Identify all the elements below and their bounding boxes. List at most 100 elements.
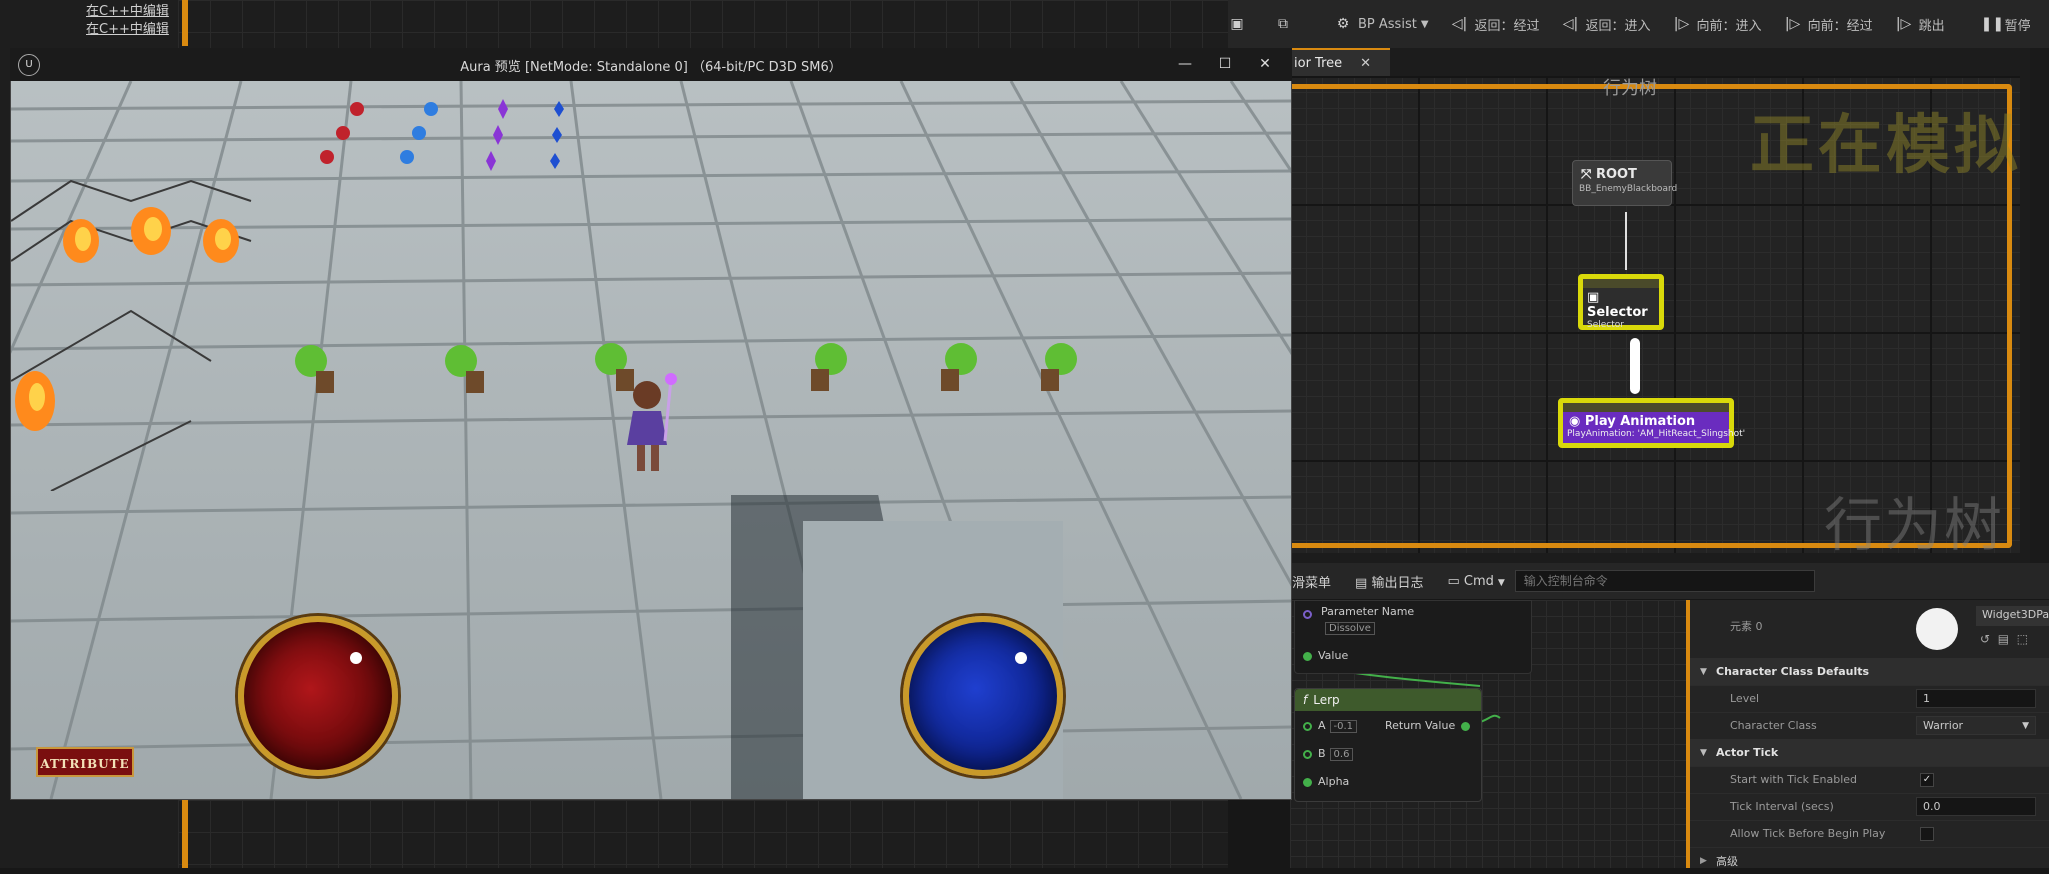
thumbnail <box>1916 608 1958 650</box>
pause-label: 暂停 <box>2004 18 2031 34</box>
step-forward-into-button[interactable]: |▷ 向前：进入 <box>1673 15 1762 34</box>
tab-menu-button[interactable]: 滑菜单 <box>1292 572 1331 591</box>
node-pin-bar <box>1563 403 1729 412</box>
selector-icon: ▣ <box>1587 290 1600 305</box>
edit-in-cpp-link[interactable]: 在C++中编辑 <box>86 18 169 37</box>
pin[interactable] <box>1303 777 1312 787</box>
window-title-bar[interactable]: U Aura 预览 [NetMode: Standalone 0] （64-bi… <box>10 48 1292 81</box>
property-label: Tick Interval (secs) <box>1730 800 1834 813</box>
globe-highlight <box>1015 652 1027 664</box>
section-actor-tick[interactable]: ▼ Actor Tick <box>1690 739 2049 767</box>
pin[interactable] <box>1303 651 1312 661</box>
character-class-dropdown[interactable]: Warrior ▼ <box>1916 716 2036 735</box>
graph-border <box>182 0 188 46</box>
step-out-button[interactable]: |▷ 跳出 <box>1895 15 1945 34</box>
step-back-into-button[interactable]: ◁| 返回：进入 <box>1562 15 1651 34</box>
bt-node-selector[interactable]: ▣ Selector Selector <box>1578 274 1664 330</box>
property-row: Tick Interval (secs) 0.0 <box>1690 793 2049 821</box>
chevron-down-icon: ▼ <box>1700 666 1707 677</box>
pause-button[interactable]: ❚❚ 暂停 <box>1981 15 2031 34</box>
node-subtitle: Selector <box>1587 320 1624 330</box>
node-title: Play Animation <box>1584 414 1696 429</box>
chevron-down-icon: ▼ <box>1420 18 1429 30</box>
fire-traps <box>11 179 252 491</box>
minimize-button[interactable]: — <box>1170 53 1200 75</box>
gear-icon: ⚙ <box>1336 16 1350 32</box>
node-title: Lerp <box>1313 693 1340 707</box>
step-forward-over-button[interactable]: |▷ 向前：经过 <box>1784 15 1873 34</box>
bt-node-root[interactable]: ⤧ ROOT BB_EnemyBlackboard <box>1572 160 1678 206</box>
health-globe <box>238 616 398 776</box>
step-back-over-button[interactable]: ◁| 返回：经过 <box>1451 15 1540 34</box>
step-back-icon: ◁| <box>1451 16 1468 32</box>
use-selected-icon[interactable]: ⬚ <box>2017 632 2028 646</box>
game-viewport[interactable]: ATTRIBUTE <box>11 81 1291 799</box>
close-button[interactable]: ✕ <box>1250 53 1280 75</box>
pin[interactable] <box>1461 721 1471 731</box>
step-forward-icon: |▷ <box>1673 16 1690 32</box>
cmd-dropdown[interactable]: ▭ Cmd ▼ <box>1447 574 1504 589</box>
simulating-watermark: 正在模拟 <box>1750 109 2022 183</box>
save-button[interactable]: ▣ <box>1228 16 1252 32</box>
save-icon: ▣ <box>1230 16 1244 32</box>
b-label: B <box>1318 747 1326 760</box>
step-back-icon: ◁| <box>1562 16 1579 32</box>
chevron-down-icon: ▼ <box>1497 577 1505 588</box>
function-icon: f <box>1303 693 1308 707</box>
chevron-down-icon: ▼ <box>1700 747 1707 758</box>
lerp-node[interactable]: f Lerp A -0.1 Return Value B 0.6 Alpha <box>1294 688 1482 802</box>
return-value-label: Return Value <box>1385 719 1456 732</box>
tick-interval-input[interactable]: 0.0 <box>1916 797 2036 816</box>
property-label: Allow Tick Before Begin Play <box>1730 827 1886 840</box>
parameter-name-label: Parameter Name <box>1321 605 1415 618</box>
debug-toolbar: ▣ ⧉ ⚙ BP Assist ▼ ◁| 返回：经过 ◁| 返回：进入 |▷ 向前：进… <box>1228 0 2049 49</box>
section-title: 高级 <box>1716 854 1738 868</box>
graph-title: 行为树 <box>1603 78 1657 99</box>
reset-icon[interactable]: ↺ <box>1980 632 1990 646</box>
node-pin-bar <box>1583 279 1659 288</box>
a-value[interactable]: -0.1 <box>1329 720 1358 733</box>
bp-assist-label: BP Assist <box>1358 16 1417 32</box>
edit-in-cpp-link[interactable]: 在C++中编辑 <box>86 0 169 19</box>
browse-icon[interactable]: ▤ <box>1998 632 2009 646</box>
parameter-name-value[interactable]: Dissolve <box>1325 622 1375 635</box>
pin[interactable] <box>1303 749 1312 759</box>
dropdown-value: Warrior <box>1923 719 1964 732</box>
bt-node-play-animation[interactable]: ◉ Play Animation PlayAnimation: 'AM_HitR… <box>1558 398 1745 448</box>
section-title: Actor Tick <box>1716 746 1779 759</box>
parameter-node[interactable]: Parameter Name Dissolve Value <box>1294 600 1532 674</box>
b-value[interactable]: 0.6 <box>1329 748 1354 761</box>
widget-asset-field[interactable]: Widget3DPass <box>1976 606 2049 626</box>
step-forward-into-label: 向前：进入 <box>1696 18 1762 34</box>
goblin-enemies <box>295 343 1077 393</box>
allow-tick-checkbox[interactable] <box>1920 826 1934 841</box>
tab-label: ior Tree <box>1294 55 1343 71</box>
maximize-button[interactable]: ☐ <box>1210 53 1240 75</box>
play-animation-icon: ◉ <box>1569 414 1585 429</box>
section-character-class-defaults[interactable]: ▼ Character Class Defaults <box>1690 658 2049 686</box>
browse-button[interactable]: ⧉ <box>1274 16 1298 32</box>
mana-globe <box>903 616 1063 776</box>
pin[interactable] <box>1303 609 1312 619</box>
node-title: ROOT <box>1595 167 1637 182</box>
pause-icon: ❚❚ <box>1980 16 2005 32</box>
section-advanced[interactable]: ▶ 高级 <box>1690 847 2049 874</box>
bp-assist-button[interactable]: ⚙ BP Assist ▼ <box>1334 16 1429 32</box>
node-subtitle: BB_EnemyBlackboard <box>1579 184 1678 194</box>
level-input[interactable]: 1 <box>1916 689 2036 708</box>
property-label: Level <box>1730 692 1760 705</box>
property-label: Start with Tick Enabled <box>1730 773 1858 786</box>
potion-pickups <box>320 99 564 171</box>
pin[interactable] <box>1303 721 1312 731</box>
element-label: 元素 0 <box>1730 620 1763 633</box>
output-log-button[interactable]: ▤ 输出日志 <box>1355 572 1423 591</box>
tick-enabled-checkbox[interactable]: ✓ <box>1920 772 1934 787</box>
step-forward-over-label: 向前：经过 <box>1807 18 1873 34</box>
close-icon[interactable]: ✕ <box>1360 56 1371 71</box>
globe-highlight <box>350 652 362 664</box>
asset-actions: ↺ ▤ ⬚ <box>1980 632 2028 646</box>
attribute-button[interactable]: ATTRIBUTE <box>36 747 134 777</box>
value-label: Value <box>1318 649 1349 662</box>
tab-behavior-tree[interactable]: ior Tree ✕ <box>1290 48 1390 76</box>
console-command-input[interactable] <box>1514 570 1815 592</box>
